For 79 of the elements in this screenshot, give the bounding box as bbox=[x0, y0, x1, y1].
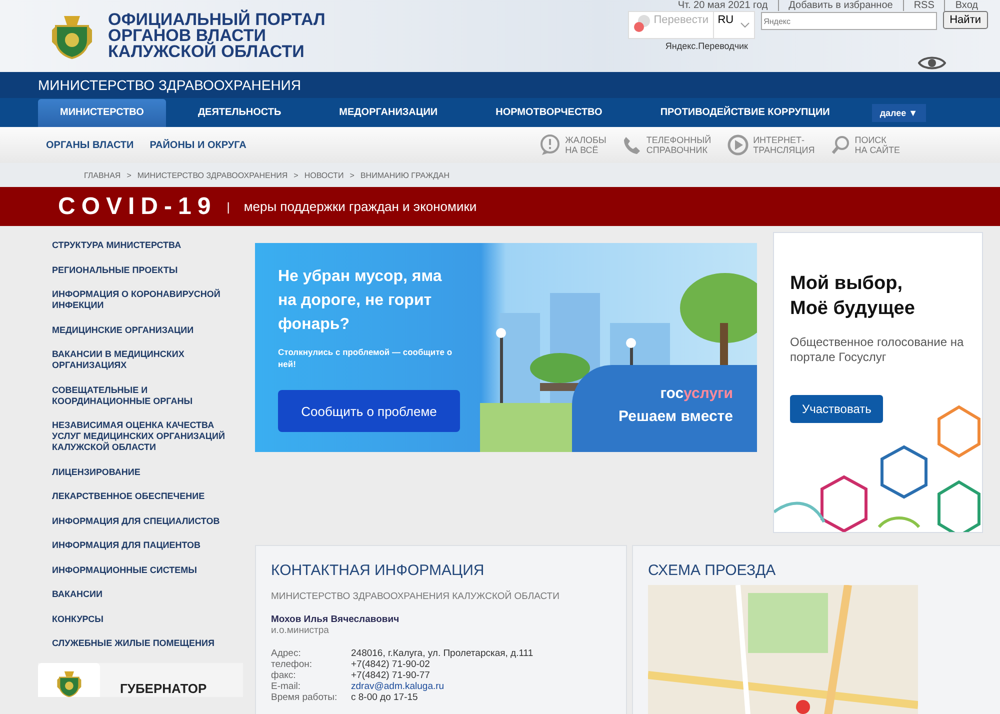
sidebar-item[interactable]: СТРУКТУРА МИНИСТЕРСТВА bbox=[52, 240, 232, 251]
card-title: СХЕМА ПРОЕЗДА bbox=[648, 562, 777, 579]
nav-tab[interactable]: МЕДОРГАНИЗАЦИИ bbox=[317, 98, 460, 126]
contact-value: +7(4842) 71-90-77 bbox=[351, 670, 431, 681]
sub-nav-link[interactable]: ОРГАНЫ ВЛАСТИ bbox=[46, 140, 134, 150]
quick-link[interactable]: ЖАЛОБЫ НА ВСЁ bbox=[539, 134, 606, 156]
contact-label: E-mail: bbox=[271, 681, 302, 692]
sidebar-item[interactable]: ЛИЦЕНЗИРОВАНИЕ bbox=[52, 466, 232, 478]
email-link[interactable]: zdrav@adm.kaluga.ru bbox=[351, 681, 444, 692]
sidebar-item[interactable]: РЕГИОНАЛЬНЫЕ ПРОЕКТЫ bbox=[52, 264, 232, 276]
sidebar-item[interactable]: ИНФОРМАЦИЯ О КОРОНАВИРУСНОЙ ИНФЕКЦИИ bbox=[52, 289, 232, 311]
card-title: КОНТАКТНАЯ ИНФОРМАЦИЯ bbox=[271, 562, 486, 579]
report-banner[interactable]: Не убран мусор, яма на дороге, не горит фонарь? Столкнулись с проблемой — сообщите о ней! Сообщить о проблеме госуслуги Решаем вместе bbox=[255, 243, 757, 452]
quick-link[interactable]: ТЕЛЕФОННЫЙ СПРАВОЧНИК bbox=[622, 134, 712, 156]
breadcrumb-separator: > bbox=[294, 170, 298, 180]
sidebar-item[interactable]: МЕДИЦИНСКИЕ ОРГАНИЗАЦИИ bbox=[52, 324, 232, 336]
contact-label: Время работы: bbox=[271, 692, 338, 703]
search-field[interactable]: Яндекс bbox=[760, 12, 937, 30]
translator-credit: Яндекс.Переводчик bbox=[665, 41, 748, 51]
covid-link[interactable]: меры поддержки граждан и экономики bbox=[244, 199, 477, 214]
vote-card[interactable]: Мой выбор, Моё будущее Общественное голосование на портале Госуслуг Участвовать bbox=[773, 232, 983, 533]
quick-link[interactable]: ИНТЕРНЕТ- ТРАНСЛЯЦИЯ bbox=[727, 134, 815, 156]
covid-title[interactable]: COVID-19 bbox=[58, 192, 217, 220]
contact-label: факс: bbox=[271, 670, 297, 681]
report-button[interactable]: Сообщить о проблеме bbox=[278, 390, 460, 432]
banner-headline: Не убран мусор, яма на дороге, не горит фонарь? bbox=[278, 267, 443, 335]
sidebar-item[interactable]: ЛЕКАРСТВЕННОЕ ОБЕСПЕЧЕНИЕ bbox=[52, 491, 232, 502]
banner-slogan: Решаем вместе bbox=[618, 408, 733, 425]
sidebar-item[interactable]: КОНКУРСЫ bbox=[52, 614, 232, 624]
governor-label: ГУБЕРНАТОР bbox=[120, 680, 207, 696]
ministry-title: МИНИСТЕРСТВО ЗДРАВООХРАНЕНИЯ bbox=[0, 72, 1000, 98]
nav-tab[interactable]: МИНИСТЕРСТВО bbox=[38, 98, 166, 126]
header-link[interactable]: Добавить в избранное bbox=[778, 0, 903, 11]
vote-text: Общественное голосование на портале Госуслуг bbox=[790, 335, 965, 365]
organization-name: МИНИСТЕРСТВО ЗДРАВООХРАНЕНИЯ КАЛУЖСКОЙ ОБЛАСТИ bbox=[271, 591, 560, 602]
speech-bubble-icon bbox=[539, 134, 562, 156]
contact-label: Адрес: bbox=[271, 648, 302, 659]
sidebar-item[interactable]: ВАКАНСИИ bbox=[52, 589, 232, 600]
vote-title: Мой выбор, Моё будущее bbox=[790, 272, 916, 321]
sidebar-item[interactable]: ИНФОРМАЦИОННЫЕ СИСТЕМЫ bbox=[52, 564, 232, 576]
sidebar-item[interactable]: ВАКАНСИИ В МЕДИЦИНСКИХ ОРГАНИЗАЦИЯХ bbox=[52, 349, 232, 371]
breadcrumb-link[interactable]: ВНИМАНИЮ ГРАЖДАН bbox=[360, 170, 450, 180]
contact-label: телефон: bbox=[271, 659, 314, 670]
breadcrumb-separator: > bbox=[350, 170, 354, 180]
search-icon bbox=[830, 135, 851, 155]
governor-card[interactable]: ГУБЕРНАТОР bbox=[38, 662, 243, 696]
contact-value: с 8-00 до 17-15 bbox=[351, 692, 419, 703]
play-icon bbox=[727, 134, 750, 156]
chevron-down-icon bbox=[740, 22, 750, 28]
portal-title: ОФИЦИАЛЬНЫЙ ПОРТАЛ ОРГАНОВ ВЛАСТИ КАЛУЖСКОЙ ОБЛАСТИ bbox=[108, 12, 326, 60]
sidebar-item[interactable]: ИНФОРМАЦИЯ ДЛЯ ПАЦИЕНТОВ bbox=[52, 540, 232, 551]
breadcrumb-link[interactable]: ГЛАВНАЯ bbox=[84, 170, 121, 180]
nav-tab[interactable]: НОРМОТВОРЧЕСТВО bbox=[474, 98, 624, 126]
contact-value: 248016, г.Калуга, ул. Пролетарская, д.111 bbox=[351, 648, 534, 659]
breadcrumb-link[interactable]: МИНИСТЕРСТВО ЗДРАВООХРАНЕНИЯ bbox=[137, 170, 288, 180]
nav-tab[interactable]: ПРОТИВОДЕЙСТВИЕ КОРРУПЦИИ bbox=[638, 98, 852, 126]
phone-icon bbox=[622, 135, 642, 155]
contact-value: +7(4842) 71-90-02 bbox=[351, 659, 431, 670]
participate-button[interactable]: Участвовать bbox=[790, 395, 884, 423]
breadcrumb-link[interactable]: НОВОСТИ bbox=[304, 170, 344, 180]
separator-text: | bbox=[226, 200, 230, 214]
sub-nav-link[interactable]: РАЙОНЫ И ОКРУГА bbox=[150, 140, 246, 150]
coat-of-arms-icon bbox=[56, 668, 82, 696]
banner-subtext: Столкнулись с проблемой — сообщите о ней! bbox=[278, 346, 454, 370]
quick-link[interactable]: ПОИСК НА САЙТЕ bbox=[830, 134, 900, 156]
more-button[interactable]: далее ▼ bbox=[872, 104, 926, 122]
nav-tab[interactable]: ДЕЯТЕЛЬНОСТЬ bbox=[176, 98, 304, 126]
eye-icon[interactable] bbox=[918, 55, 946, 71]
person-name: Мохов Илья Вячеславович bbox=[271, 614, 400, 625]
sidebar-item[interactable]: СОВЕЩАТЕЛЬНЫЕ И КООРДИНАЦИОННЫЕ ОРГАНЫ bbox=[52, 384, 232, 406]
sidebar-item[interactable]: ИНФОРМАЦИЯ ДЛЯ СПЕЦИАЛИСТОВ bbox=[52, 516, 232, 526]
person-position: и.о.министра bbox=[271, 625, 330, 636]
translate-icon bbox=[632, 14, 651, 34]
date-text: Чт. 20 мая 2021 год bbox=[676, 0, 769, 11]
sidebar-item[interactable]: НЕЗАВИСИМАЯ ОЦЕНКА КАЧЕСТВА УСЛУГ МЕДИЦИНСКИХ ОРГАНИЗАЦИЙ КАЛУЖСКОЙ ОБЛАСТИ bbox=[52, 420, 232, 453]
brand-logo: госуслуги bbox=[660, 385, 733, 402]
breadcrumb-separator: > bbox=[126, 170, 132, 180]
sidebar-item[interactable]: СЛУЖЕБНЫЕ ЖИЛЫЕ ПОМЕЩЕНИЯ bbox=[52, 638, 232, 649]
search-button[interactable]: Найти bbox=[942, 11, 988, 29]
